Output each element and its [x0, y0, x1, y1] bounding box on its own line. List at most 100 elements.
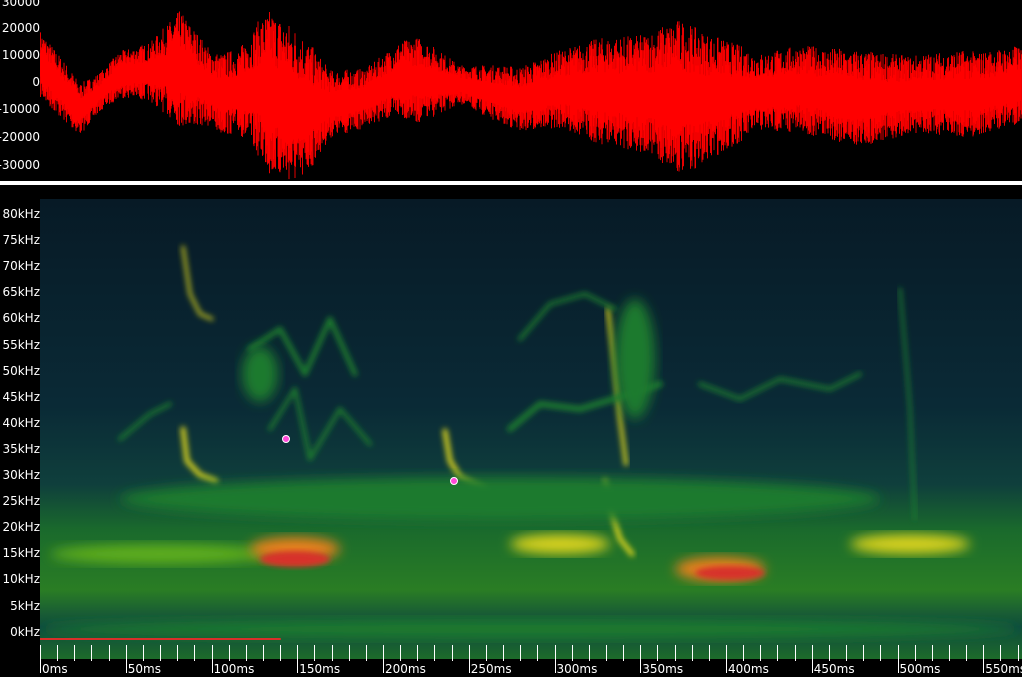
time-tick-label: 100ms	[213, 662, 255, 676]
frequency-tick-label: 70kHz	[2, 259, 40, 274]
waveform-plot[interactable]	[40, 0, 1022, 181]
time-tick	[640, 645, 642, 673]
time-tick	[537, 645, 539, 661]
time-tick-label: 150ms	[299, 662, 341, 676]
time-tick	[983, 645, 985, 673]
time-tick-label: 300ms	[556, 662, 598, 676]
time-tick	[400, 645, 402, 661]
waveform-trace	[40, 11, 1022, 180]
time-tick	[40, 645, 41, 673]
time-tick	[228, 645, 230, 661]
frequency-tick-label: 30kHz	[2, 468, 40, 482]
time-tick	[571, 645, 573, 661]
waveform-panel[interactable]: 30000 20000 10000 0 -10000 -20000 -30000	[0, 0, 1022, 181]
time-tick	[451, 645, 453, 661]
time-tick	[794, 645, 796, 661]
waveform-y-tick-label: 20000	[1, 21, 40, 35]
waveform-y-tick-label: 10000	[1, 48, 40, 62]
time-tick	[948, 645, 950, 661]
spectrogram-panel[interactable]: 80kHz 75kHz 70kHz 65kHz 60kHz 55kHz 50kHz 45kHz…	[0, 185, 1022, 677]
time-tick	[743, 645, 745, 661]
time-tick	[245, 645, 247, 661]
time-tick	[383, 645, 384, 673]
time-tick	[554, 645, 556, 673]
time-tick	[468, 645, 470, 673]
waveform-y-tick-label: 0	[32, 75, 40, 89]
time-tick	[623, 645, 625, 661]
time-tick	[914, 645, 916, 661]
time-tick	[91, 645, 93, 661]
time-tick	[211, 645, 213, 673]
time-tick	[931, 645, 933, 661]
peak-marker[interactable]	[282, 435, 290, 443]
time-tick	[708, 645, 710, 661]
frequency-tick-label: 75kHz	[2, 233, 40, 248]
time-tick	[108, 645, 110, 661]
time-tick-label: 50ms	[127, 662, 161, 676]
energy-band	[510, 534, 610, 554]
time-tick-label: 500ms	[899, 662, 941, 676]
energy-band	[120, 477, 880, 521]
time-tick-label: 550ms	[985, 662, 1022, 676]
time-tick	[520, 645, 522, 661]
frequency-tick-label: 5kHz	[10, 598, 40, 613]
frequency-tick-label: 0kHz	[10, 624, 40, 639]
time-tick	[674, 645, 676, 661]
time-tick	[194, 645, 196, 661]
time-tick	[605, 645, 607, 661]
time-tick	[880, 645, 882, 661]
time-tick	[160, 645, 162, 661]
energy-band	[695, 566, 765, 580]
time-tick-label: 250ms	[470, 662, 512, 676]
time-tick	[57, 645, 59, 661]
time-tick	[811, 645, 813, 673]
frequency-tick-label: 65kHz	[2, 285, 40, 300]
harmonic-trace	[242, 346, 278, 402]
time-tick	[1000, 645, 1002, 661]
time-tick	[297, 645, 299, 673]
frequency-tick-label: 35kHz	[2, 441, 40, 456]
time-tick	[434, 645, 436, 661]
frequency-tick-label: 15kHz	[2, 546, 40, 561]
time-tick	[417, 645, 419, 661]
spectrogram-plot[interactable]	[40, 199, 1022, 659]
time-tick	[331, 645, 333, 661]
frequency-tick-label: 50kHz	[2, 363, 40, 378]
time-tick	[485, 645, 487, 661]
time-tick	[657, 645, 659, 661]
frequency-tick-label: 55kHz	[2, 337, 40, 352]
time-tick	[588, 645, 590, 661]
frequency-tick-label: 20kHz	[2, 520, 40, 535]
time-tick	[726, 645, 727, 673]
frequency-tick-label: 10kHz	[2, 572, 40, 587]
time-tick	[280, 645, 282, 661]
time-tick-label: 200ms	[385, 662, 426, 676]
waveform-y-tick-label: -10000	[0, 102, 40, 116]
frequency-tick-label: 60kHz	[2, 311, 40, 326]
time-tick-label: 450ms	[813, 662, 855, 676]
frequency-tick-label: 25kHz	[2, 494, 40, 509]
frequency-tick-label: 45kHz	[2, 389, 40, 404]
energy-band	[260, 551, 330, 567]
time-tick	[365, 645, 367, 661]
time-tick	[142, 645, 144, 661]
time-tick	[846, 645, 848, 661]
time-tick	[897, 645, 899, 673]
time-tick	[1017, 645, 1019, 661]
peak-marker[interactable]	[450, 477, 458, 485]
time-tick	[503, 645, 505, 661]
harmonic-trace	[615, 299, 655, 419]
frequency-tick-label: 40kHz	[2, 415, 40, 430]
time-tick	[828, 645, 830, 661]
time-tick	[125, 645, 127, 673]
time-tick-label: 350ms	[642, 662, 684, 676]
time-tick	[262, 645, 264, 661]
time-tick-label: 0ms	[42, 662, 68, 676]
time-tick	[760, 645, 762, 661]
time-tick	[966, 645, 968, 661]
time-tick	[691, 645, 693, 661]
energy-band	[50, 544, 270, 564]
waveform-y-tick-label: -30000	[0, 158, 40, 172]
time-tick	[314, 645, 316, 661]
energy-band	[850, 534, 970, 554]
